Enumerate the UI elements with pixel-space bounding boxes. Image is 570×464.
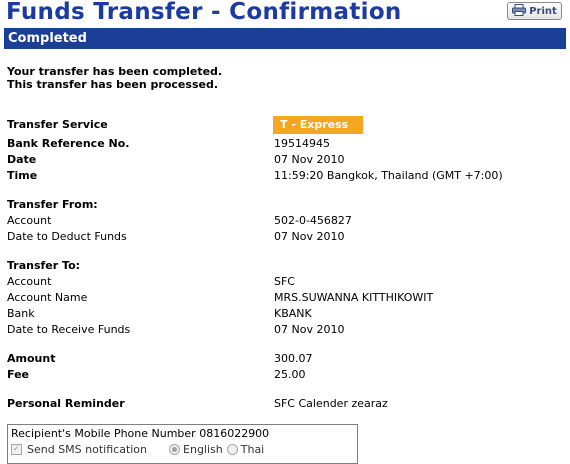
personal-reminder-label: Personal Reminder: [7, 397, 125, 410]
bank-ref-value: 19514945: [274, 137, 330, 150]
date-label: Date: [7, 153, 37, 166]
completion-message: Your transfer has been completed.: [7, 65, 223, 78]
fee-value: 25.00: [274, 368, 306, 381]
amount-label: Amount: [7, 352, 56, 365]
fee-label: Fee: [7, 368, 29, 381]
recipient-phone-text: Recipient's Mobile Phone Number 08160229…: [11, 427, 270, 440]
time-label: Time: [7, 169, 38, 182]
from-account-value: 502-0-456827: [274, 214, 352, 227]
radio-selected-dot: [172, 447, 178, 452]
time-value: 11:59:20 Bangkok, Thailand (GMT +7:00): [274, 169, 503, 182]
amount-value: 300.07: [274, 352, 313, 365]
transfer-service-label: Transfer Service: [7, 118, 108, 131]
processed-message: This transfer has been processed.: [7, 78, 218, 91]
transfer-service-badge: T - Express: [273, 116, 363, 134]
sms-options-row: ✓ Send SMS notification English Thai: [11, 443, 264, 456]
receive-date-value: 07 Nov 2010: [274, 323, 345, 336]
english-radio-label: English: [183, 443, 223, 456]
bank-ref-label: Bank Reference No.: [7, 137, 130, 150]
print-label: Print: [529, 5, 557, 17]
status-banner: Completed: [4, 28, 566, 49]
account-name-label: Account Name: [7, 291, 88, 304]
deduct-date-label: Date to Deduct Funds: [7, 230, 127, 243]
personal-reminder-value: SFC Calender zearaz: [274, 397, 388, 410]
thai-radio-label: Thai: [240, 443, 265, 456]
english-radio[interactable]: [169, 444, 181, 455]
transfer-from-heading: Transfer From:: [7, 198, 98, 211]
bank-label: Bank: [7, 307, 35, 320]
date-value: 07 Nov 2010: [274, 153, 345, 166]
from-account-label: Account: [7, 214, 52, 227]
to-account-value: SFC: [274, 275, 295, 288]
account-name-value: MRS.SUWANNA KITTHIKOWIT: [274, 291, 434, 304]
deduct-date-value: 07 Nov 2010: [274, 230, 345, 243]
transfer-to-heading: Transfer To:: [7, 259, 81, 272]
printer-icon: [512, 3, 527, 19]
to-account-label: Account: [7, 275, 52, 288]
send-sms-checkbox[interactable]: ✓: [11, 444, 22, 455]
thai-radio[interactable]: [226, 444, 238, 455]
receive-date-label: Date to Receive Funds: [7, 323, 131, 336]
page-title: Funds Transfer - Confirmation: [6, 0, 402, 25]
bank-value: KBANK: [274, 307, 312, 320]
send-sms-label: Send SMS notification: [27, 443, 148, 456]
sms-notification-panel: Recipient's Mobile Phone Number 08160229…: [7, 424, 358, 464]
print-button[interactable]: Print: [507, 2, 562, 20]
